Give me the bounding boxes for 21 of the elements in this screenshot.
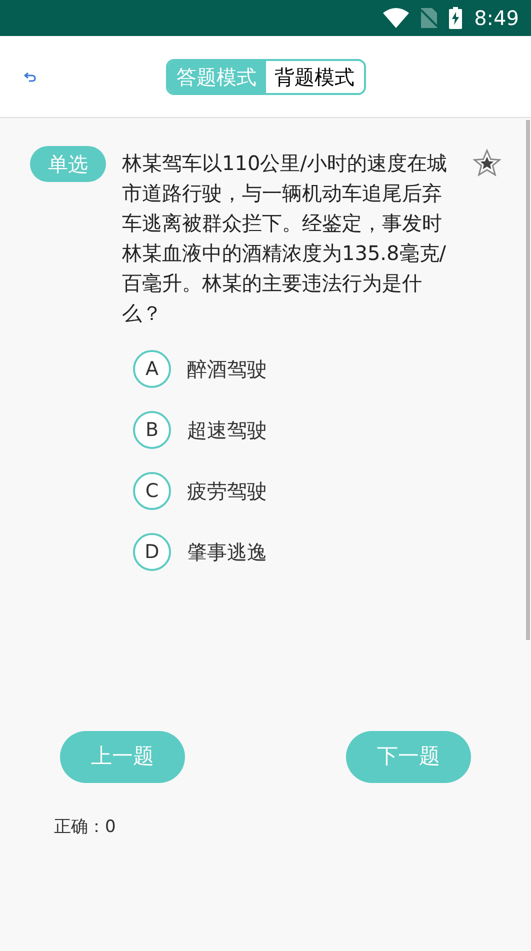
option-text: 疲劳驾驶: [187, 478, 267, 505]
question-text: 林某驾车以110公里/小时的速度在城市道路行驶，与一辆机动车追尾后弃车逃离被群众拦下。经鉴定，事发时林某血液中的酒精浓度为135.8毫克/百毫升。林某的主要违法行为是什么？: [122, 150, 448, 327]
option-text: 超速驾驶: [187, 417, 267, 444]
star-icon[interactable]: [472, 148, 502, 178]
answer-option[interactable]: D 肇事逃逸: [133, 533, 267, 571]
answer-option[interactable]: C 疲劳驾驶: [133, 472, 267, 510]
battery-charging-icon: [449, 7, 462, 29]
option-text: 肇事逃逸: [187, 539, 267, 566]
status-time: 8:49: [474, 5, 519, 32]
wifi-icon: [383, 8, 410, 28]
answer-option[interactable]: B 超速驾驶: [133, 411, 267, 449]
option-letter: C: [133, 472, 171, 510]
option-text: 醉酒驾驶: [187, 356, 267, 383]
option-letter: D: [133, 533, 171, 571]
option-letter: A: [133, 350, 171, 388]
answer-option[interactable]: A 醉酒驾驶: [133, 350, 267, 388]
no-sim-icon: [421, 8, 438, 28]
option-letter: B: [133, 411, 171, 449]
correct-count: 正确：0: [54, 816, 116, 839]
question-type-badge: 单选: [30, 146, 106, 182]
back-icon[interactable]: [24, 72, 36, 82]
